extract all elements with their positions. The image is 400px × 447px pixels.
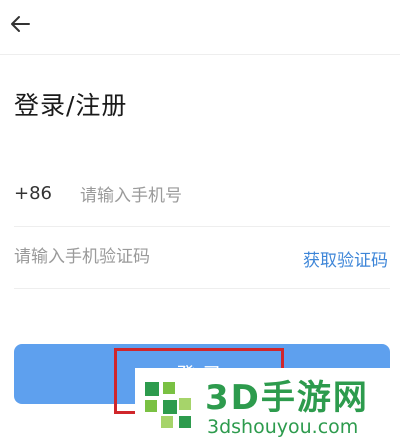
get-code-button[interactable]: 获取验证码: [303, 246, 388, 271]
phone-input[interactable]: [80, 183, 380, 209]
top-bar: [0, 0, 400, 55]
page-title: 登录/注册: [14, 91, 128, 120]
verification-code-input[interactable]: [14, 244, 284, 270]
code-row: 获取验证码: [14, 226, 390, 289]
arrow-left-icon: [11, 16, 30, 32]
back-button[interactable]: [4, 8, 36, 40]
puzzle-logo-icon: [145, 382, 191, 428]
watermark-subtitle: 3dshouyou.com: [207, 416, 359, 438]
watermark: 3D手游网 3dshouyou.com: [135, 368, 400, 447]
phone-row: +86: [14, 168, 390, 227]
country-code[interactable]: +86: [14, 183, 52, 204]
watermark-title: 3D手游网: [205, 378, 369, 418]
